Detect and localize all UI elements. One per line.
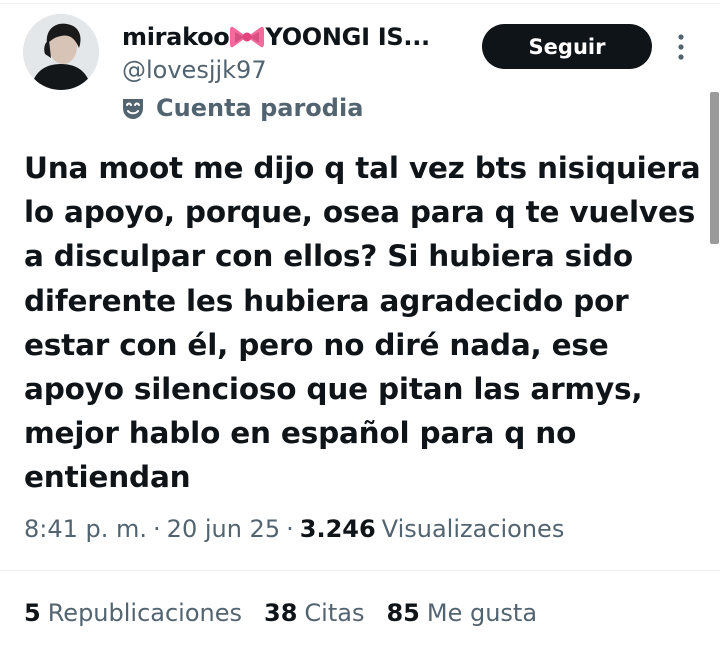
more-vertical-icon[interactable] [672, 30, 690, 64]
tweet-text: Una moot me dijo q tal vez bts nisiquier… [24, 151, 701, 495]
top-divider [0, 3, 720, 4]
quotes-stat[interactable]: 38 Citas [264, 599, 364, 627]
author-handle[interactable]: @lovesjjk97 [122, 56, 267, 84]
views-label: Visualizaciones [381, 515, 565, 543]
parody-mask-icon [120, 95, 146, 121]
likes-count: 85 [386, 599, 420, 627]
reposts-label: Republicaciones [47, 599, 243, 627]
tweet-time[interactable]: 8:41 p. m. [24, 515, 147, 543]
parody-label-text: Cuenta parodia [156, 94, 364, 122]
author-name-row[interactable]: mirakoo YOONGI IS... [122, 20, 430, 54]
engagement-stats: 5 Republicaciones 38 Citas 85 Me gusta [24, 595, 559, 631]
ribbon-icon [230, 24, 265, 50]
likes-stat[interactable]: 85 Me gusta [386, 599, 537, 627]
likes-label: Me gusta [426, 599, 538, 627]
tweet-date[interactable]: 20 jun 25 [167, 515, 280, 543]
reposts-count: 5 [24, 599, 41, 627]
scrollbar-thumb[interactable] [710, 92, 719, 244]
views-count: 3.246 [299, 515, 376, 543]
reposts-stat[interactable]: 5 Republicaciones [24, 599, 242, 627]
parody-account-label: Cuenta parodia [120, 92, 363, 124]
avatar[interactable] [23, 14, 99, 90]
quotes-label: Citas [304, 599, 365, 627]
avatar-image [23, 14, 99, 90]
author-display-name-suffix[interactable]: YOONGI IS... [265, 23, 430, 51]
meta-separator-2: · [286, 515, 294, 543]
quotes-count: 38 [264, 599, 298, 627]
stats-divider [0, 570, 720, 571]
follow-button[interactable]: Seguir [482, 24, 652, 69]
tweet-meta: 8:41 p. m. · 20 jun 25 · 3.246 Visualiza… [24, 511, 564, 547]
author-display-name[interactable]: mirakoo [122, 23, 230, 51]
meta-separator: · [153, 515, 161, 543]
